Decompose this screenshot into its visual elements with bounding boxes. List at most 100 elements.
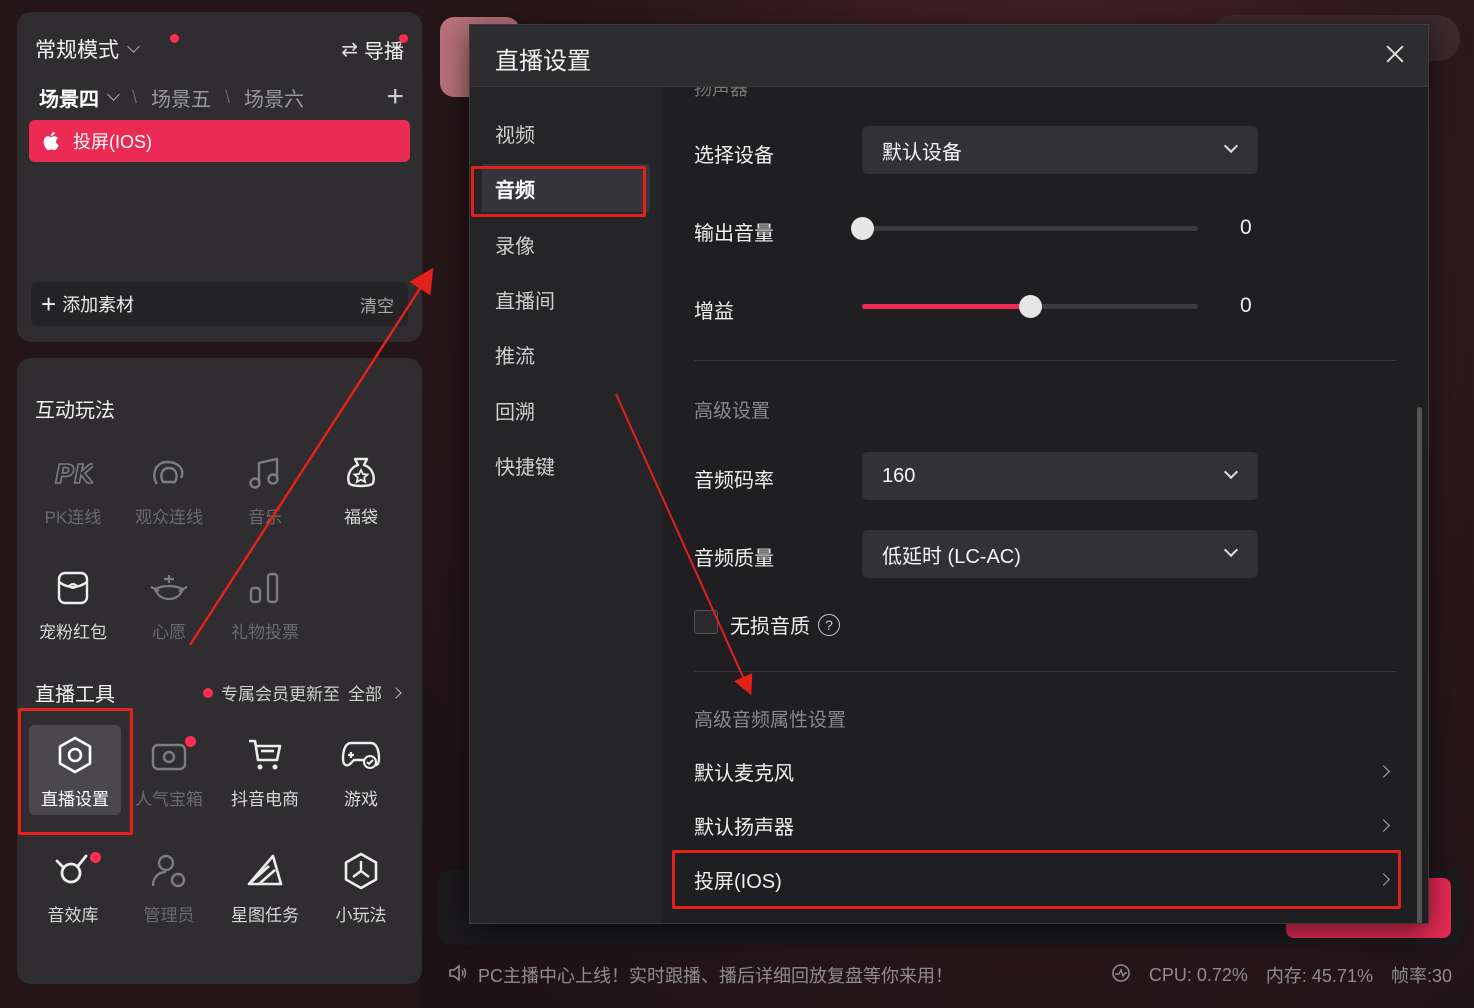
quality-label: 音频质量 <box>694 548 774 570</box>
nav-live-room[interactable]: 直播间 <box>482 275 650 323</box>
item-label: 观众连线 <box>135 508 203 527</box>
device-select[interactable]: 默认设备 <box>862 126 1258 174</box>
link-label: 默认扬声器 <box>694 816 794 839</box>
speaker-section-title: 扬声器 <box>694 87 748 99</box>
item-label: 音乐 <box>248 508 282 527</box>
gain-slider[interactable] <box>862 295 1198 318</box>
nav-replay[interactable]: 回溯 <box>482 386 650 434</box>
promo-text: 专属会员更新至 <box>221 685 340 704</box>
admin-button[interactable]: 管理员 <box>123 841 215 931</box>
swap-icon: ⇄ <box>341 38 358 61</box>
lucky-bag-button[interactable]: 福袋 <box>315 443 407 533</box>
memory-usage: 内存: 45.71% <box>1265 966 1373 986</box>
mini-game-button[interactable]: 小玩法 <box>315 841 407 931</box>
scene-tab-5[interactable]: 场景五 <box>151 83 211 112</box>
admin-icon <box>149 851 189 891</box>
douyin-shop-button[interactable]: 抖音电商 <box>219 725 311 815</box>
music-icon <box>245 453 285 493</box>
separator: \ <box>132 86 138 107</box>
dialog-title: 直播设置 <box>495 48 591 75</box>
volume-label: 输出音量 <box>694 223 774 245</box>
chevron-right-icon <box>1377 818 1390 832</box>
apple-icon <box>43 131 59 151</box>
mode-selector[interactable]: 常规模式 <box>35 34 119 64</box>
add-source-bar: + 添加素材 清空 <box>31 282 408 326</box>
notification-dot <box>185 736 196 747</box>
audience-link-button[interactable]: 观众连线 <box>123 443 215 533</box>
tools-header-promo[interactable]: 专属会员更新至 全部 <box>203 680 402 705</box>
frame-rate: 帧率:30 <box>1390 966 1452 986</box>
audience-link-icon <box>149 453 189 493</box>
announcement-text[interactable]: PC主播中心上线！实时跟播、播后详细回放复盘等你来用！ <box>478 962 953 988</box>
treasure-box-button[interactable]: 人气宝箱 <box>123 725 215 815</box>
item-label: 抖音电商 <box>231 790 299 809</box>
help-icon[interactable]: ? <box>818 613 840 636</box>
sound-effect-button[interactable]: 音效库 <box>27 841 119 931</box>
notification-dot <box>170 34 179 43</box>
treasure-box-icon <box>149 735 189 775</box>
notification-dot <box>399 34 408 43</box>
scene-tab-4[interactable]: 场景四 <box>39 83 99 112</box>
ios-cast-row[interactable]: 投屏(IOS) <box>694 859 1390 899</box>
item-label: 小玩法 <box>335 906 387 925</box>
gift-vote-button[interactable]: 礼物投票 <box>219 558 311 648</box>
item-label: 星图任务 <box>231 906 299 925</box>
source-item-ios-cast[interactable]: 投屏(IOS) <box>29 120 410 162</box>
tools-section-title: 直播工具 <box>35 684 115 706</box>
bitrate-label: 音频码率 <box>694 470 774 492</box>
nav-recording[interactable]: 录像 <box>482 220 650 268</box>
gain-slider-thumb[interactable] <box>1019 295 1042 318</box>
add-scene-icon[interactable]: + <box>386 82 404 112</box>
chevron-right-icon <box>390 686 402 699</box>
star-task-button[interactable]: 星图任务 <box>219 841 311 931</box>
chevron-down-icon[interactable] <box>127 39 140 53</box>
chevron-down-icon <box>1223 542 1239 558</box>
cpu-usage: CPU: 0.72% <box>1148 964 1248 985</box>
performance-icon[interactable] <box>1111 963 1131 988</box>
audio-props-title: 高级音频属性设置 <box>694 710 847 731</box>
default-mic-row[interactable]: 默认麦克风 <box>694 751 1390 791</box>
clear-button[interactable]: 清空 <box>360 292 394 317</box>
game-button[interactable]: 游戏 <box>315 725 407 815</box>
interactive-section-title: 互动玩法 <box>35 400 115 422</box>
plus-icon[interactable]: + <box>41 291 56 317</box>
director-button[interactable]: ⇄ 导播 <box>341 35 404 64</box>
lossless-label-row: 无损音质 ? <box>730 610 840 639</box>
live-settings-button[interactable]: 直播设置 <box>29 725 121 815</box>
separator: \ <box>225 86 231 107</box>
tools-panel: 互动玩法 PK PK连线 观众连线 音乐 福袋 宠粉红包 心愿 礼物投票 直播工… <box>17 358 422 984</box>
red-packet-icon <box>53 568 93 608</box>
chevron-down-icon[interactable] <box>107 87 120 101</box>
device-label: 选择设备 <box>694 145 774 167</box>
scrollbar[interactable] <box>1417 407 1422 923</box>
item-label: 礼物投票 <box>231 623 299 642</box>
pk-link-button[interactable]: PK PK连线 <box>27 443 119 533</box>
wish-button[interactable]: 心愿 <box>123 558 215 648</box>
lossless-checkbox[interactable] <box>694 610 718 634</box>
close-icon[interactable] <box>1380 39 1410 69</box>
default-speaker-row[interactable]: 默认扬声器 <box>694 805 1390 845</box>
red-packet-button[interactable]: 宠粉红包 <box>27 558 119 648</box>
bitrate-select[interactable]: 160 <box>862 452 1258 500</box>
link-label: 投屏(IOS) <box>694 870 782 893</box>
speaker-icon <box>448 963 468 987</box>
volume-slider-thumb[interactable] <box>851 217 874 240</box>
lossless-label: 无损音质 <box>730 616 810 638</box>
nav-video[interactable]: 视频 <box>482 109 650 157</box>
scene-tabs: 场景四 \ 场景五 \ 场景六 + <box>39 82 404 112</box>
scene-tab-6[interactable]: 场景六 <box>244 83 304 112</box>
nav-hotkeys[interactable]: 快捷键 <box>482 441 650 489</box>
all-tools-link[interactable]: 全部 <box>348 680 382 705</box>
svg-text:PK: PK <box>55 460 93 489</box>
volume-slider[interactable] <box>851 217 1198 240</box>
star-task-icon <box>245 851 285 891</box>
add-source-button[interactable]: 添加素材 <box>62 291 134 317</box>
item-label: 宠粉红包 <box>39 623 107 642</box>
nav-audio[interactable]: 音频 <box>482 164 650 212</box>
item-label: 福袋 <box>344 508 378 527</box>
quality-select[interactable]: 低延时 (LC-AC) <box>862 530 1258 578</box>
nav-stream[interactable]: 推流 <box>482 330 650 378</box>
live-settings-dialog: 直播设置 视频 音频 录像 直播间 推流 回溯 快捷键 扬声器 选择设备 默认设… <box>469 24 1429 924</box>
item-label: 心愿 <box>152 623 186 642</box>
music-button[interactable]: 音乐 <box>219 443 311 533</box>
